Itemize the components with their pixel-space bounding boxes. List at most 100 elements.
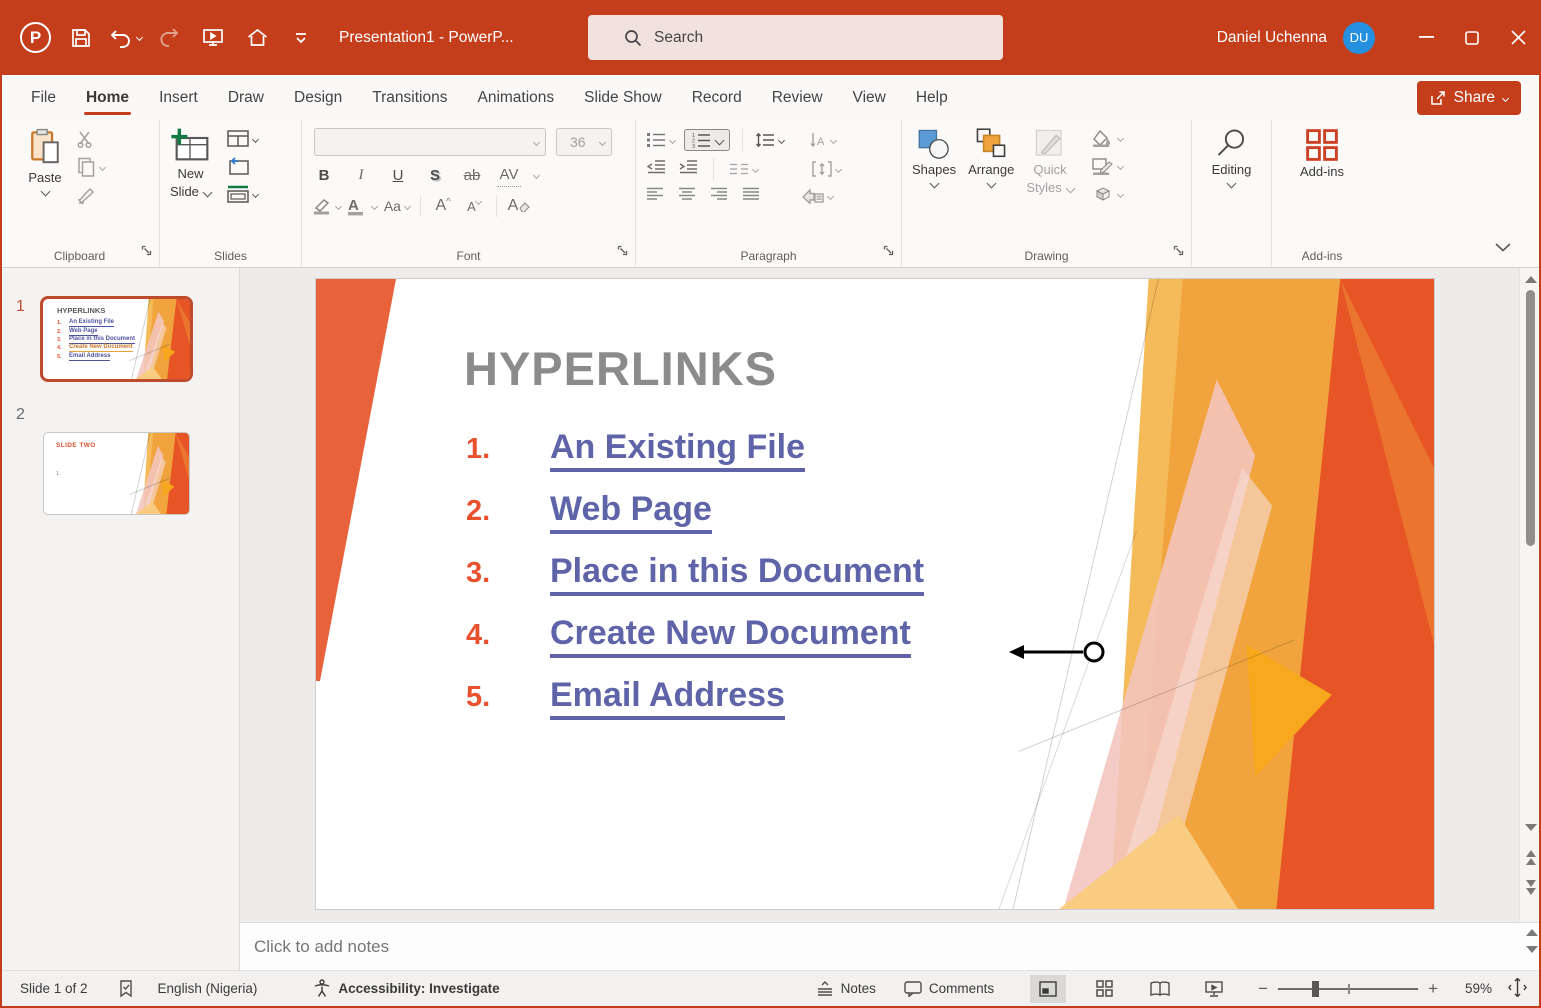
minimize-button[interactable] (1403, 0, 1449, 75)
tab-insert[interactable]: Insert (144, 75, 213, 120)
align-right-button[interactable] (710, 187, 728, 205)
tab-design[interactable]: Design (279, 75, 357, 120)
slide-title[interactable]: HYPERLINKS (464, 341, 777, 396)
slideshow-from-beginning-button[interactable] (191, 16, 235, 60)
numbering-button[interactable]: 123 (684, 129, 730, 151)
font-name-chevron-icon[interactable] (532, 138, 541, 146)
hyperlink-existing-file[interactable]: An Existing File (550, 427, 806, 472)
font-name-combo[interactable] (314, 128, 546, 156)
reading-view-button[interactable] (1142, 975, 1178, 1003)
save-button[interactable] (59, 16, 103, 60)
align-text-button[interactable] (812, 161, 843, 177)
tab-slide-show[interactable]: Slide Show (569, 75, 677, 120)
line-spacing-button[interactable] (755, 132, 786, 148)
comments-button[interactable]: Comments (904, 980, 994, 997)
undo-dropdown-chevron-icon[interactable] (135, 33, 144, 42)
line-spacing-chevron-icon[interactable] (777, 136, 786, 144)
tab-home[interactable]: Home (71, 75, 144, 120)
notes-scroll-up-button[interactable] (1526, 929, 1538, 936)
undo-button[interactable] (103, 16, 147, 60)
character-spacing-chevron-icon[interactable] (532, 171, 541, 179)
spell-check-button[interactable] (118, 979, 134, 998)
shapes-button[interactable]: Shapes (912, 128, 956, 203)
columns-chevron-icon[interactable] (751, 165, 760, 173)
font-size-chevron-icon[interactable] (598, 138, 607, 146)
quick-styles-chevron-icon[interactable] (1065, 183, 1076, 193)
hyperlink-place-in-document[interactable]: Place in this Document (550, 551, 925, 596)
layout-chevron-icon[interactable] (251, 135, 259, 143)
tab-record[interactable]: Record (677, 75, 757, 120)
increase-indent-button[interactable] (678, 159, 698, 179)
numbering-chevron-icon[interactable] (714, 135, 725, 145)
hyperlink-web-page[interactable]: Web Page (550, 489, 712, 534)
hyperlink-email-address[interactable]: Email Address (550, 675, 785, 720)
notes-toggle-button[interactable]: Notes (816, 980, 876, 997)
slide-sorter-view-button[interactable] (1086, 975, 1122, 1003)
normal-view-button[interactable] (1030, 974, 1067, 1003)
bold-button[interactable]: B (312, 163, 336, 187)
format-painter-button[interactable] (76, 186, 105, 205)
shape-outline-chevron-icon[interactable] (1116, 162, 1124, 171)
zoom-slider[interactable] (1278, 980, 1419, 997)
slide-canvas[interactable]: HYPERLINKS 1. An Existing File 2. Web Page… (315, 278, 1435, 910)
justify-button[interactable] (742, 187, 760, 205)
avatar[interactable]: DU (1343, 21, 1375, 54)
next-slide-button[interactable] (1525, 880, 1536, 895)
font-size-combo[interactable] (556, 128, 612, 156)
scrollbar-thumb[interactable] (1526, 290, 1535, 546)
columns-button[interactable] (729, 162, 760, 176)
language-selector[interactable]: English (Nigeria) (158, 981, 258, 996)
highlight-chevron-icon[interactable] (334, 202, 343, 210)
close-button[interactable] (1495, 0, 1541, 75)
italic-button[interactable]: I (349, 163, 373, 187)
new-slide-chevron-icon[interactable] (202, 187, 213, 197)
share-chevron-icon[interactable] (1501, 94, 1510, 102)
paste-button[interactable]: Paste (28, 128, 62, 205)
change-case-chevron-icon[interactable] (403, 202, 412, 210)
addins-button[interactable]: Add-ins (1300, 128, 1344, 180)
strikethrough-button[interactable]: ab (460, 163, 484, 187)
smartart-chevron-icon[interactable] (826, 192, 835, 200)
zoom-in-button[interactable]: + (1428, 979, 1438, 999)
search-bar[interactable] (588, 15, 1003, 60)
change-case-button[interactable]: Aa (384, 198, 412, 214)
clear-formatting-button[interactable]: A (507, 194, 531, 218)
vertical-scrollbar[interactable] (1519, 268, 1541, 922)
shape-effects-button[interactable] (1092, 186, 1124, 203)
font-size-input[interactable] (570, 134, 600, 150)
tab-animations[interactable]: Animations (462, 75, 569, 120)
home-button[interactable] (235, 16, 279, 60)
copy-chevron-icon[interactable] (98, 163, 107, 171)
thumbnail-slide-2[interactable]: SLIDE TWO 1. (43, 432, 190, 515)
shape-fill-button[interactable] (1092, 130, 1124, 147)
font-color-button[interactable]: A (347, 198, 378, 216)
paragraph-dialog-launcher[interactable] (883, 243, 894, 261)
hyperlink-create-new-document[interactable]: Create New Document (550, 613, 911, 658)
tab-view[interactable]: View (838, 75, 901, 120)
reset-slide-button[interactable] (227, 157, 258, 176)
text-direction-button[interactable]: A (809, 132, 838, 149)
arrange-chevron-icon[interactable] (986, 178, 997, 189)
section-chevron-icon[interactable] (251, 190, 259, 198)
tab-review[interactable]: Review (757, 75, 838, 120)
slideshow-view-button[interactable] (1196, 975, 1232, 1003)
convert-to-smartart-button[interactable] (802, 188, 835, 204)
clipboard-dialog-launcher[interactable] (141, 243, 152, 261)
tab-transitions[interactable]: Transitions (357, 75, 462, 120)
shapes-chevron-icon[interactable] (929, 178, 939, 189)
accessibility-checker-button[interactable]: Accessibility: Investigate (313, 979, 500, 998)
shape-outline-button[interactable] (1092, 158, 1124, 175)
tab-file[interactable]: File (16, 75, 71, 120)
new-slide-button[interactable]: New Slide (170, 128, 213, 203)
drawing-dialog-launcher[interactable] (1173, 243, 1184, 261)
zoom-level[interactable]: 59% (1454, 981, 1492, 996)
previous-slide-button[interactable] (1525, 850, 1536, 865)
underline-button[interactable]: U (386, 163, 410, 187)
tab-draw[interactable]: Draw (213, 75, 279, 120)
shape-effects-chevron-icon[interactable] (1116, 190, 1124, 199)
slide-indicator[interactable]: Slide 1 of 2 (20, 981, 88, 996)
align-center-button[interactable] (678, 187, 696, 205)
powerpoint-logo-icon[interactable]: P (20, 22, 51, 53)
tab-help[interactable]: Help (901, 75, 963, 120)
zoom-slider-thumb[interactable] (1312, 980, 1320, 997)
